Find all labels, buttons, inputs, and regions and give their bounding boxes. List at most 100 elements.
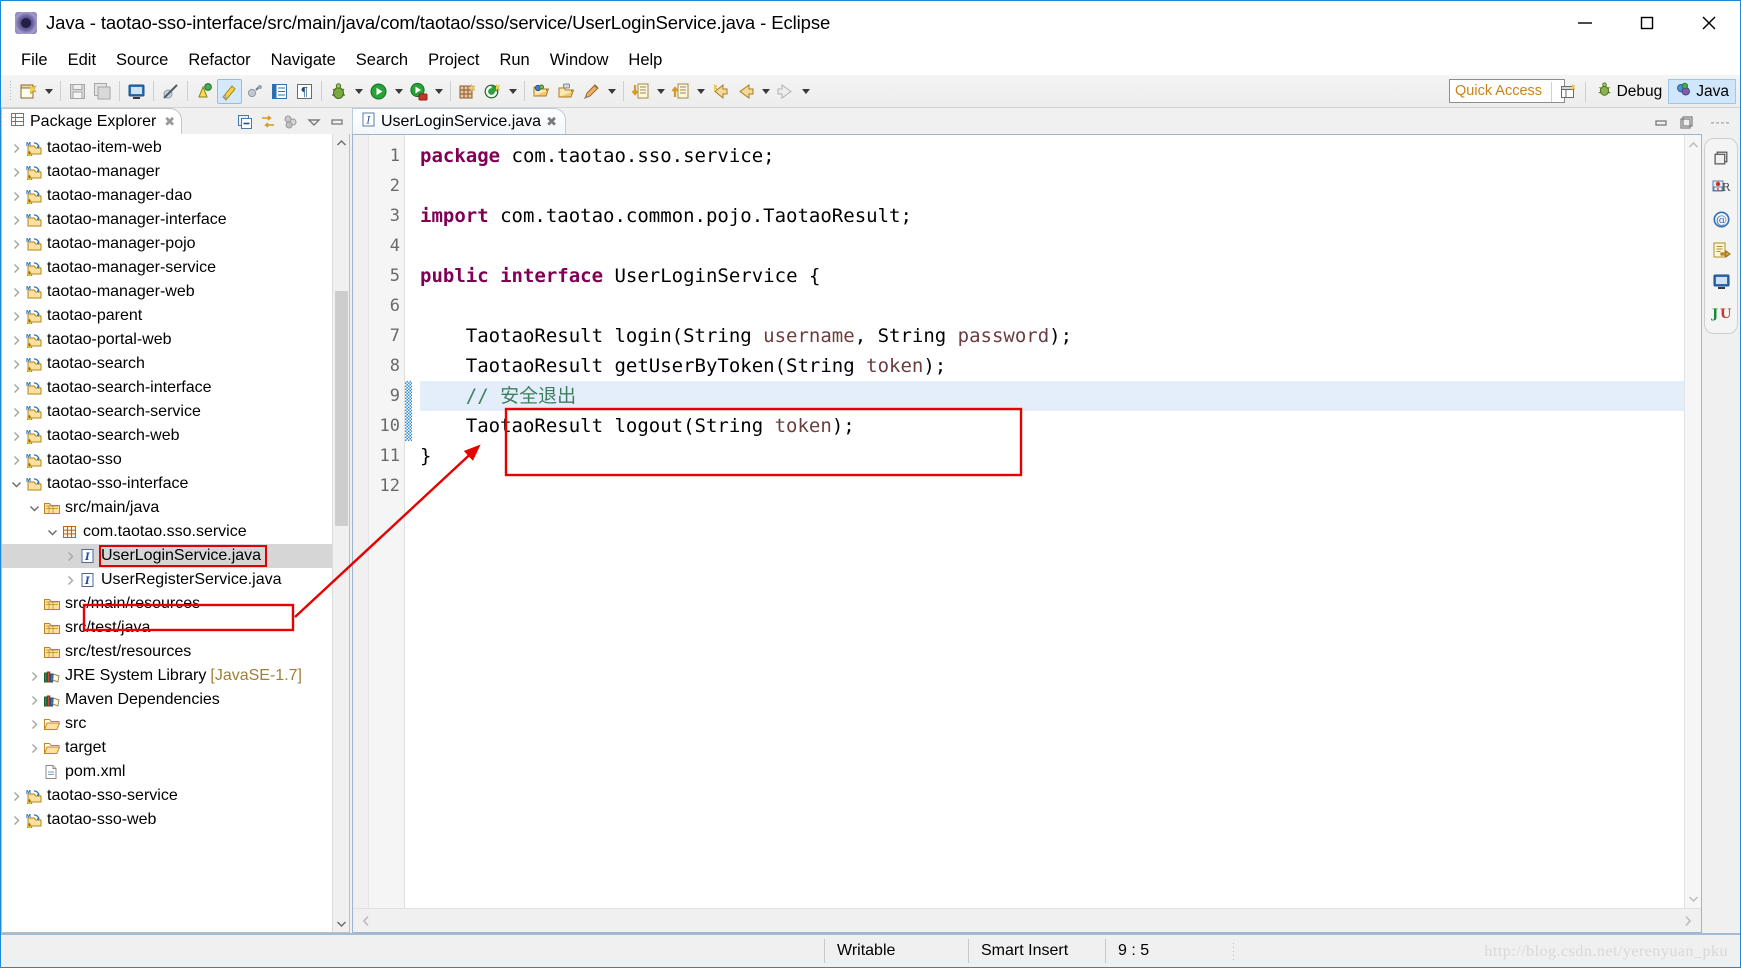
chevron-right-icon[interactable] (8, 287, 24, 298)
tree-item[interactable]: com.taotao.sso.service (2, 520, 332, 544)
code-line[interactable]: TaotaoResult logout(String token); (420, 411, 1684, 441)
tree-item[interactable]: src/main/resources (2, 592, 332, 616)
tree-item[interactable]: src/main/java (2, 496, 332, 520)
editor-marker-gutter[interactable] (353, 135, 369, 908)
tree-item[interactable]: Mtaotao-manager-interface (2, 208, 332, 232)
tree-item[interactable]: JRE System Library [JavaSE-1.7] (2, 664, 332, 688)
chevron-right-icon[interactable] (62, 575, 78, 586)
scroll-right-icon[interactable] (1680, 913, 1695, 928)
tree-item[interactable]: Mtaotao-sso-interface (2, 472, 332, 496)
menu-search[interactable]: Search (346, 49, 418, 72)
tree-item[interactable]: pom.xml (2, 760, 332, 784)
save-icon[interactable] (65, 79, 90, 104)
tree-item[interactable]: Mtaotao-manager-dao (2, 184, 332, 208)
scroll-down-icon[interactable] (1686, 891, 1701, 906)
editor-code[interactable]: package com.taotao.sso.service; import c… (412, 135, 1684, 908)
maximize-icon[interactable] (1678, 113, 1696, 131)
view-menu-icon[interactable] (305, 113, 323, 131)
scroll-thumb[interactable] (334, 290, 348, 526)
minimize-icon[interactable] (328, 113, 346, 131)
new-package-icon[interactable] (480, 79, 505, 104)
new-class-icon[interactable] (579, 79, 604, 104)
editor-vertical-scrollbar[interactable] (1684, 135, 1701, 908)
tree-item[interactable]: Mtaotao-search (2, 352, 332, 376)
console-icon[interactable] (124, 79, 149, 104)
next-annotation-dropdown[interactable] (693, 79, 708, 104)
last-edit-location-icon[interactable] (708, 79, 733, 104)
menu-navigate[interactable]: Navigate (261, 49, 346, 72)
tree-item[interactable]: Mtaotao-search-web (2, 424, 332, 448)
code-line[interactable]: TaotaoResult getUserByToken(String token… (420, 351, 1684, 381)
tree-item[interactable]: Maven Dependencies (2, 688, 332, 712)
menu-source[interactable]: Source (106, 49, 178, 72)
editor-horizontal-scrollbar[interactable] (353, 908, 1701, 932)
status-grip[interactable] (1229, 941, 1238, 961)
next-annotation-icon[interactable] (668, 79, 693, 104)
menu-project[interactable]: Project (418, 49, 489, 72)
open-task-icon[interactable] (554, 79, 579, 104)
new-java-project-icon[interactable] (455, 79, 480, 104)
restore-icon[interactable] (1652, 113, 1670, 131)
tab-package-explorer[interactable]: Package Explorer ✖ (1, 108, 183, 134)
chevron-right-icon[interactable] (8, 359, 24, 370)
tree-item[interactable]: Mtaotao-manager-pojo (2, 232, 332, 256)
tree-item[interactable]: Mtaotao-sso-service (2, 784, 332, 808)
focus-on-active-task-icon[interactable] (282, 113, 300, 131)
tree-item[interactable]: I UserLoginService.java (2, 544, 332, 568)
code-line[interactable] (420, 471, 1684, 501)
menu-help[interactable]: Help (618, 49, 672, 72)
scroll-up-icon[interactable] (334, 135, 349, 150)
perspective-java[interactable]: Java (1668, 79, 1736, 104)
tree-item[interactable]: src (2, 712, 332, 736)
chevron-right-icon[interactable] (8, 191, 24, 202)
code-line[interactable] (420, 291, 1684, 321)
chevron-right-icon[interactable] (8, 407, 24, 418)
menu-window[interactable]: Window (540, 49, 619, 72)
link-with-editor-icon[interactable] (259, 113, 277, 131)
chevron-right-icon[interactable] (8, 791, 24, 802)
chevron-right-icon[interactable] (8, 143, 24, 154)
chevron-right-icon[interactable] (8, 383, 24, 394)
forward-icon[interactable] (773, 79, 798, 104)
back-dropdown[interactable] (758, 79, 773, 104)
collapse-all-icon[interactable] (236, 113, 254, 131)
tree-item[interactable]: Mtaotao-parent (2, 304, 332, 328)
back-icon[interactable] (733, 79, 758, 104)
chevron-right-icon[interactable] (26, 743, 42, 754)
debug-icon[interactable] (326, 79, 351, 104)
previous-annotation-icon[interactable] (628, 79, 653, 104)
code-line[interactable]: TaotaoResult login(String username, Stri… (420, 321, 1684, 351)
new-class-dropdown[interactable] (604, 79, 619, 104)
package-explorer-tree[interactable]: Mtaotao-item-web Mtaotao-manager Mtaotao-m… (2, 134, 332, 932)
tree-item[interactable]: Mtaotao-search-service (2, 400, 332, 424)
scroll-down-icon[interactable] (334, 916, 349, 931)
debug-dropdown[interactable] (351, 79, 366, 104)
chevron-right-icon[interactable] (26, 695, 42, 706)
tab-user-login-service[interactable]: I UserLoginService.java ✖ (352, 108, 566, 134)
code-line[interactable] (420, 171, 1684, 201)
pilcrow-icon[interactable]: ¶ (292, 79, 317, 104)
chevron-right-icon[interactable] (8, 335, 24, 346)
toggle-mark-occurrences-icon[interactable] (192, 79, 217, 104)
new-wizard-icon[interactable] (16, 79, 41, 104)
menu-refactor[interactable]: Refactor (178, 49, 260, 72)
forward-dropdown[interactable] (798, 79, 813, 104)
chevron-right-icon[interactable] (8, 431, 24, 442)
chevron-right-icon[interactable] (8, 167, 24, 178)
run-icon[interactable] (366, 79, 391, 104)
close-icon[interactable] (1678, 1, 1740, 45)
restore-icon[interactable] (1709, 145, 1733, 169)
tree-item[interactable]: Mtaotao-sso-web (2, 808, 332, 832)
minimize-icon[interactable] (1554, 1, 1616, 45)
problems-icon[interactable]: xR (1709, 176, 1733, 200)
link-icon[interactable] (242, 79, 267, 104)
outline-icon[interactable] (267, 79, 292, 104)
menu-run[interactable]: Run (489, 49, 539, 72)
console-icon[interactable] (1709, 269, 1733, 293)
tree-item[interactable]: Mtaotao-item-web (2, 136, 332, 160)
coverage-dropdown[interactable] (431, 79, 446, 104)
code-line[interactable]: // 安全退出 (420, 381, 1684, 411)
new-wizard-dropdown[interactable] (41, 79, 56, 104)
highlight-icon[interactable] (217, 78, 242, 104)
chevron-down-icon[interactable] (26, 503, 42, 514)
